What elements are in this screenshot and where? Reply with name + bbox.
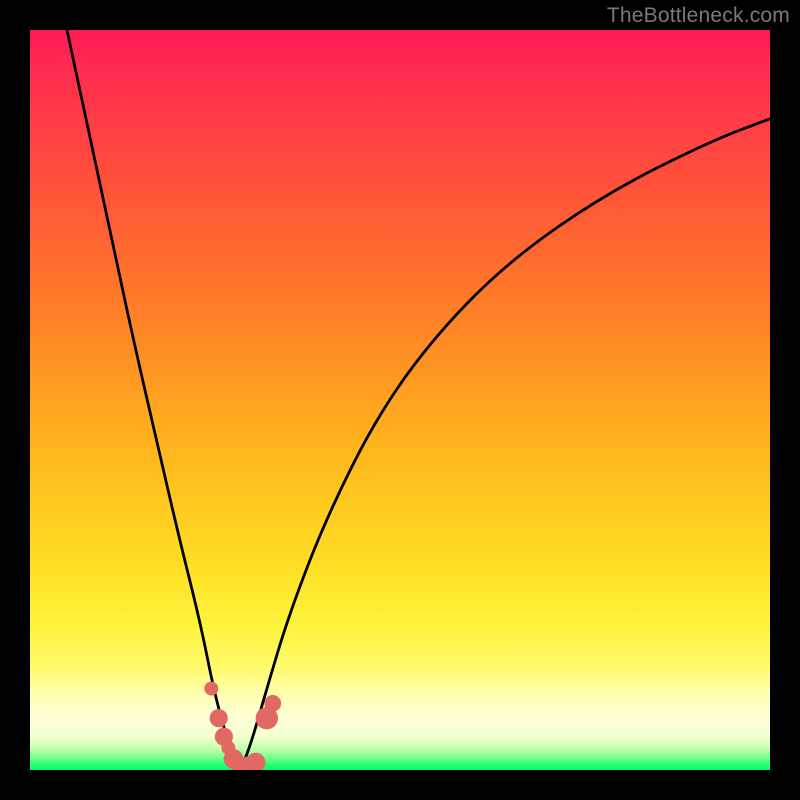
curve-left-branch — [67, 30, 241, 770]
chart-svg — [30, 30, 770, 770]
valley-marker — [204, 682, 218, 696]
valley-marker — [210, 709, 228, 727]
valley-marker — [264, 695, 281, 712]
watermark-text: TheBottleneck.com — [607, 4, 790, 28]
valley-marker — [246, 753, 266, 770]
outer-frame: TheBottleneck.com — [0, 0, 800, 800]
curve-right-branch — [241, 119, 770, 770]
plot-area — [30, 30, 770, 770]
